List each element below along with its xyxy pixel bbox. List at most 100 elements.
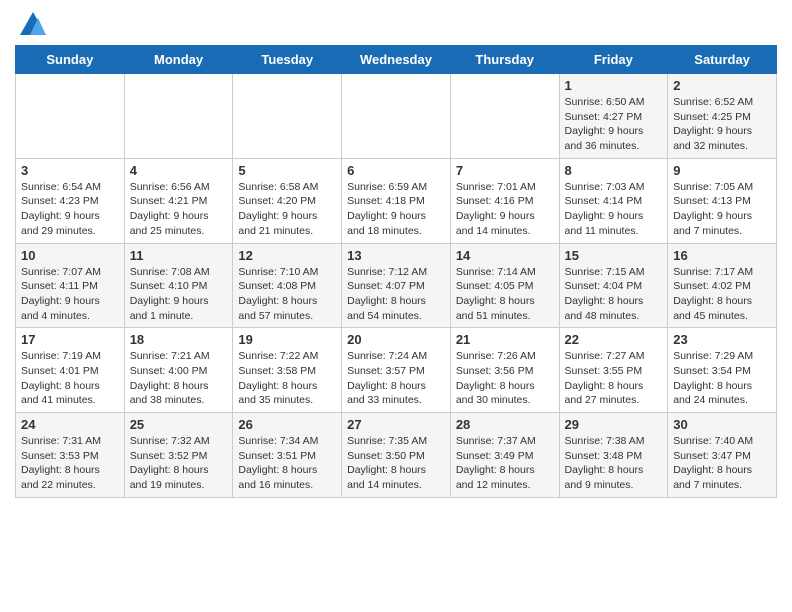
calendar-cell: 22 Sunrise: 7:27 AMSunset: 3:55 PMDayligh… [559,328,668,413]
day-number: 28 [456,417,554,432]
calendar-table: SundayMondayTuesdayWednesdayThursdayFrid… [15,45,777,498]
logo [15,10,48,40]
calendar-cell: 21 Sunrise: 7:26 AMSunset: 3:56 PMDayligh… [450,328,559,413]
calendar-cell: 9 Sunrise: 7:05 AMSunset: 4:13 PMDaylight… [668,158,777,243]
calendar-cell [450,74,559,159]
day-number: 13 [347,248,445,263]
calendar-cell: 10Sunrise: 7:07 AMSunset: 4:11 PMDayligh… [16,243,125,328]
day-number: 21 [456,332,554,347]
day-info: Sunrise: 7:35 AMSunset: 3:50 PMDaylight:… [347,434,445,493]
calendar-cell [124,74,233,159]
day-header-wednesday: Wednesday [342,46,451,74]
main-container: SundayMondayTuesdayWednesdayThursdayFrid… [0,0,792,508]
day-info: Sunrise: 7:12 AMSunset: 4:07 PMDaylight:… [347,265,445,324]
calendar-week-0: 1Sunrise: 6:50 AMSunset: 4:27 PMDaylight… [16,74,777,159]
calendar-cell: 30Sunrise: 7:40 AMSunset: 3:47 PMDayligh… [668,413,777,498]
calendar-cell: 5Sunrise: 6:58 AMSunset: 4:20 PMDaylight… [233,158,342,243]
day-number: 25 [130,417,228,432]
day-number: 12 [238,248,336,263]
calendar-cell: 4Sunrise: 6:56 AMSunset: 4:21 PMDaylight… [124,158,233,243]
calendar-week-2: 10Sunrise: 7:07 AMSunset: 4:11 PMDayligh… [16,243,777,328]
calendar-cell: 25 Sunrise: 7:32 AMSunset: 3:52 PMDayligh… [124,413,233,498]
day-header-monday: Monday [124,46,233,74]
calendar-cell: 26 Sunrise: 7:34 AMSunset: 3:51 PMDayligh… [233,413,342,498]
day-number: 17 [21,332,119,347]
calendar-cell: 13 Sunrise: 7:12 AMSunset: 4:07 PMDayligh… [342,243,451,328]
day-info: Sunrise: 6:56 AMSunset: 4:21 PMDaylight:… [130,180,228,239]
day-number: 18 [130,332,228,347]
day-info: Sunrise: 7:27 AMSunset: 3:55 PMDaylight:… [565,349,663,408]
day-number: 9 [673,163,771,178]
day-number: 8 [565,163,663,178]
day-info: Sunrise: 7:26 AMSunset: 3:56 PMDaylight:… [456,349,554,408]
day-number: 2 [673,78,771,93]
day-info: Sunrise: 7:15 AMSunset: 4:04 PMDaylight:… [565,265,663,324]
day-header-saturday: Saturday [668,46,777,74]
day-number: 1 [565,78,663,93]
day-info: Sunrise: 7:08 AMSunset: 4:10 PMDaylight:… [130,265,228,324]
day-number: 3 [21,163,119,178]
day-info: Sunrise: 7:31 AMSunset: 3:53 PMDaylight:… [21,434,119,493]
calendar-cell: 1Sunrise: 6:50 AMSunset: 4:27 PMDaylight… [559,74,668,159]
day-info: Sunrise: 6:54 AMSunset: 4:23 PMDaylight:… [21,180,119,239]
day-info: Sunrise: 7:37 AMSunset: 3:49 PMDaylight:… [456,434,554,493]
day-number: 15 [565,248,663,263]
day-number: 29 [565,417,663,432]
calendar-week-3: 17 Sunrise: 7:19 AMSunset: 4:01 PMDayligh… [16,328,777,413]
day-number: 22 [565,332,663,347]
calendar-cell: 24 Sunrise: 7:31 AMSunset: 3:53 PMDayligh… [16,413,125,498]
logo-text [15,10,48,40]
day-info: Sunrise: 7:38 AMSunset: 3:48 PMDaylight:… [565,434,663,493]
day-header-sunday: Sunday [16,46,125,74]
day-info: Sunrise: 7:34 AMSunset: 3:51 PMDaylight:… [238,434,336,493]
day-info: Sunrise: 7:29 AMSunset: 3:54 PMDaylight:… [673,349,771,408]
day-info: Sunrise: 7:03 AMSunset: 4:14 PMDaylight:… [565,180,663,239]
logo-icon [18,10,48,40]
calendar-cell: 28 Sunrise: 7:37 AMSunset: 3:49 PMDayligh… [450,413,559,498]
calendar-header-row: SundayMondayTuesdayWednesdayThursdayFrid… [16,46,777,74]
day-number: 27 [347,417,445,432]
day-info: Sunrise: 7:14 AMSunset: 4:05 PMDaylight:… [456,265,554,324]
calendar-cell: 19 Sunrise: 7:22 AMSunset: 3:58 PMDayligh… [233,328,342,413]
day-header-thursday: Thursday [450,46,559,74]
calendar-cell: 15 Sunrise: 7:15 AMSunset: 4:04 PMDayligh… [559,243,668,328]
calendar-cell: 2 Sunrise: 6:52 AMSunset: 4:25 PMDaylight… [668,74,777,159]
day-number: 26 [238,417,336,432]
calendar-cell: 18 Sunrise: 7:21 AMSunset: 4:00 PMDayligh… [124,328,233,413]
day-info: Sunrise: 7:40 AMSunset: 3:47 PMDaylight:… [673,434,771,493]
calendar-cell: 27 Sunrise: 7:35 AMSunset: 3:50 PMDayligh… [342,413,451,498]
day-info: Sunrise: 6:52 AMSunset: 4:25 PMDaylight:… [673,95,771,154]
day-info: Sunrise: 7:21 AMSunset: 4:00 PMDaylight:… [130,349,228,408]
day-info: Sunrise: 7:32 AMSunset: 3:52 PMDaylight:… [130,434,228,493]
day-number: 24 [21,417,119,432]
calendar-cell: 23Sunrise: 7:29 AMSunset: 3:54 PMDayligh… [668,328,777,413]
day-info: Sunrise: 7:05 AMSunset: 4:13 PMDaylight:… [673,180,771,239]
day-info: Sunrise: 6:59 AMSunset: 4:18 PMDaylight:… [347,180,445,239]
calendar-cell [342,74,451,159]
calendar-cell: 17 Sunrise: 7:19 AMSunset: 4:01 PMDayligh… [16,328,125,413]
calendar-cell: 12 Sunrise: 7:10 AMSunset: 4:08 PMDayligh… [233,243,342,328]
day-info: Sunrise: 7:19 AMSunset: 4:01 PMDaylight:… [21,349,119,408]
calendar-week-4: 24 Sunrise: 7:31 AMSunset: 3:53 PMDayligh… [16,413,777,498]
calendar-week-1: 3 Sunrise: 6:54 AMSunset: 4:23 PMDaylight… [16,158,777,243]
day-number: 6 [347,163,445,178]
day-number: 16 [673,248,771,263]
calendar-cell: 3 Sunrise: 6:54 AMSunset: 4:23 PMDaylight… [16,158,125,243]
day-number: 11 [130,248,228,263]
calendar-cell: 14Sunrise: 7:14 AMSunset: 4:05 PMDayligh… [450,243,559,328]
day-info: Sunrise: 7:10 AMSunset: 4:08 PMDaylight:… [238,265,336,324]
day-number: 10 [21,248,119,263]
calendar-cell: 11 Sunrise: 7:08 AMSunset: 4:10 PMDayligh… [124,243,233,328]
day-info: Sunrise: 6:58 AMSunset: 4:20 PMDaylight:… [238,180,336,239]
day-number: 19 [238,332,336,347]
day-info: Sunrise: 7:22 AMSunset: 3:58 PMDaylight:… [238,349,336,408]
day-number: 7 [456,163,554,178]
calendar-cell [233,74,342,159]
calendar-cell: 7Sunrise: 7:01 AMSunset: 4:16 PMDaylight… [450,158,559,243]
calendar-cell: 6 Sunrise: 6:59 AMSunset: 4:18 PMDaylight… [342,158,451,243]
day-info: Sunrise: 7:24 AMSunset: 3:57 PMDaylight:… [347,349,445,408]
calendar-cell: 20Sunrise: 7:24 AMSunset: 3:57 PMDayligh… [342,328,451,413]
calendar-cell: 16Sunrise: 7:17 AMSunset: 4:02 PMDayligh… [668,243,777,328]
calendar-cell: 29 Sunrise: 7:38 AMSunset: 3:48 PMDayligh… [559,413,668,498]
day-header-tuesday: Tuesday [233,46,342,74]
